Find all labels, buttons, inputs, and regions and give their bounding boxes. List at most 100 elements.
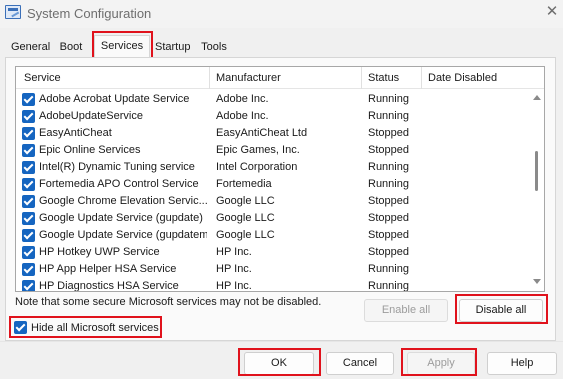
window-title: System Configuration <box>27 6 152 21</box>
date-disabled-cell <box>428 176 528 193</box>
tab-startup[interactable]: Startup <box>151 37 193 57</box>
service-name-cell: HP Diagnostics HSA Service <box>39 280 179 292</box>
checkbox-checked-icon[interactable] <box>22 212 35 225</box>
table-row[interactable]: Fortemedia APO Control Service Fortemedia… <box>16 176 528 193</box>
status-cell: Running <box>368 263 409 275</box>
checkbox-checked-icon[interactable] <box>22 93 35 106</box>
tab-tools[interactable]: Tools <box>197 37 231 57</box>
manufacturer-cell: HP Inc. <box>216 246 252 258</box>
column-divider[interactable] <box>209 67 210 89</box>
date-disabled-cell <box>428 227 528 244</box>
manufacturer-cell: Epic Games, Inc. <box>216 144 300 156</box>
table-row[interactable]: AdobeUpdateService Adobe Inc. Running <box>16 108 528 125</box>
checkbox-checked-icon[interactable] <box>22 229 35 242</box>
list-header: Service Manufacturer Status Date Disable… <box>16 67 544 89</box>
tab-strip: General Boot Services Startup Tools <box>0 35 563 59</box>
hide-microsoft-services-label: Hide all Microsoft services <box>31 322 159 334</box>
checkbox-checked-icon[interactable] <box>22 280 35 291</box>
manufacturer-cell: Adobe Inc. <box>216 110 269 122</box>
checkbox-checked-icon[interactable] <box>22 263 35 276</box>
service-name-cell: Fortemedia APO Control Service <box>39 178 199 190</box>
checkbox-checked-icon[interactable] <box>22 246 35 259</box>
status-cell: Stopped <box>368 195 409 207</box>
checkbox-checked-icon[interactable] <box>22 161 35 174</box>
table-row[interactable]: HP App Helper HSA Service HP Inc. Running <box>16 261 528 278</box>
table-row[interactable]: EasyAntiCheat EasyAntiCheat Ltd Stopped <box>16 125 528 142</box>
service-name-cell: Epic Online Services <box>39 144 141 156</box>
manufacturer-cell: Google LLC <box>216 229 275 241</box>
table-row[interactable]: Google Chrome Elevation Servic... Google … <box>16 193 528 210</box>
date-disabled-cell <box>428 244 528 261</box>
status-cell: Stopped <box>368 144 409 156</box>
table-row[interactable]: Intel(R) Dynamic Tuning service Intel Cor… <box>16 159 528 176</box>
help-button[interactable]: Help <box>487 352 557 375</box>
title-bar: System Configuration ✕ <box>0 0 563 28</box>
scroll-up-icon[interactable] <box>533 95 541 100</box>
checkbox-checked-icon[interactable] <box>22 178 35 191</box>
column-divider[interactable] <box>421 67 422 89</box>
divider <box>0 341 563 342</box>
checkbox-checked-icon[interactable] <box>14 321 27 334</box>
msconfig-icon <box>5 5 21 19</box>
date-disabled-cell <box>428 142 528 159</box>
cancel-button[interactable]: Cancel <box>326 352 394 375</box>
service-name-cell: Google Chrome Elevation Servic... <box>39 195 207 207</box>
date-disabled-cell <box>428 108 528 125</box>
table-row[interactable]: HP Diagnostics HSA Service HP Inc. Running <box>16 278 528 292</box>
checkbox-checked-icon[interactable] <box>22 110 35 123</box>
table-row[interactable]: Google Update Service (gupdate) Google LL… <box>16 210 528 227</box>
checkbox-checked-icon[interactable] <box>22 195 35 208</box>
date-disabled-cell <box>428 210 528 227</box>
table-row[interactable]: HP Hotkey UWP Service HP Inc. Stopped <box>16 244 528 261</box>
column-divider[interactable] <box>361 67 362 89</box>
date-disabled-cell <box>428 91 528 108</box>
table-row[interactable]: Epic Online Services Epic Games, Inc. Stop… <box>16 142 528 159</box>
manufacturer-cell: Intel Corporation <box>216 161 298 173</box>
date-disabled-cell <box>428 125 528 142</box>
status-cell: Stopped <box>368 246 409 258</box>
status-cell: Running <box>368 178 409 190</box>
manufacturer-cell: HP Inc. <box>216 280 252 292</box>
table-row[interactable]: Google Update Service (gupdatem) Google L… <box>16 227 528 244</box>
service-name-cell: Adobe Acrobat Update Service <box>39 93 190 105</box>
column-header-manufacturer[interactable]: Manufacturer <box>211 67 361 89</box>
status-cell: Stopped <box>368 127 409 139</box>
column-header-status[interactable]: Status <box>363 67 421 89</box>
ok-button[interactable]: OK <box>244 352 314 375</box>
date-disabled-cell <box>428 193 528 210</box>
tab-services[interactable]: Services <box>94 35 150 59</box>
table-row[interactable]: Adobe Acrobat Update Service Adobe Inc. Ru… <box>16 91 528 108</box>
vertical-scrollbar[interactable] <box>530 89 544 291</box>
column-header-date-disabled[interactable]: Date Disabled <box>423 67 528 89</box>
manufacturer-cell: HP Inc. <box>216 263 252 275</box>
manufacturer-cell: Google LLC <box>216 212 275 224</box>
date-disabled-cell <box>428 261 528 278</box>
tab-general[interactable]: General <box>7 37 51 57</box>
manufacturer-cell: EasyAntiCheat Ltd <box>216 127 308 139</box>
column-header-service[interactable]: Service <box>19 67 209 89</box>
checkbox-checked-icon[interactable] <box>22 144 35 157</box>
apply-button[interactable]: Apply <box>407 352 475 375</box>
service-name-cell: Intel(R) Dynamic Tuning service <box>39 161 195 173</box>
service-name-cell: EasyAntiCheat <box>39 127 112 139</box>
disable-all-button[interactable]: Disable all <box>459 299 543 322</box>
service-name-cell: HP App Helper HSA Service <box>39 263 177 275</box>
note-text: Note that some secure Microsoft services… <box>15 296 322 308</box>
date-disabled-cell <box>428 159 528 176</box>
service-name-cell: HP Hotkey UWP Service <box>39 246 160 258</box>
scroll-down-icon[interactable] <box>533 279 541 284</box>
service-name-cell: Google Update Service (gupdate) <box>39 212 203 224</box>
status-cell: Stopped <box>368 212 409 224</box>
status-cell: Running <box>368 280 409 292</box>
manufacturer-cell: Google LLC <box>216 195 275 207</box>
close-icon[interactable]: ✕ <box>544 3 560 19</box>
enable-all-button[interactable]: Enable all <box>364 299 448 322</box>
status-cell: Running <box>368 93 409 105</box>
checkbox-checked-icon[interactable] <box>22 127 35 140</box>
status-cell: Running <box>368 161 409 173</box>
manufacturer-cell: Fortemedia <box>216 178 272 190</box>
scrollbar-thumb[interactable] <box>535 151 538 191</box>
tab-boot[interactable]: Boot <box>55 37 87 57</box>
service-name-cell: Google Update Service (gupdatem) <box>39 229 207 241</box>
services-list[interactable]: Service Manufacturer Status Date Disable… <box>15 66 545 292</box>
